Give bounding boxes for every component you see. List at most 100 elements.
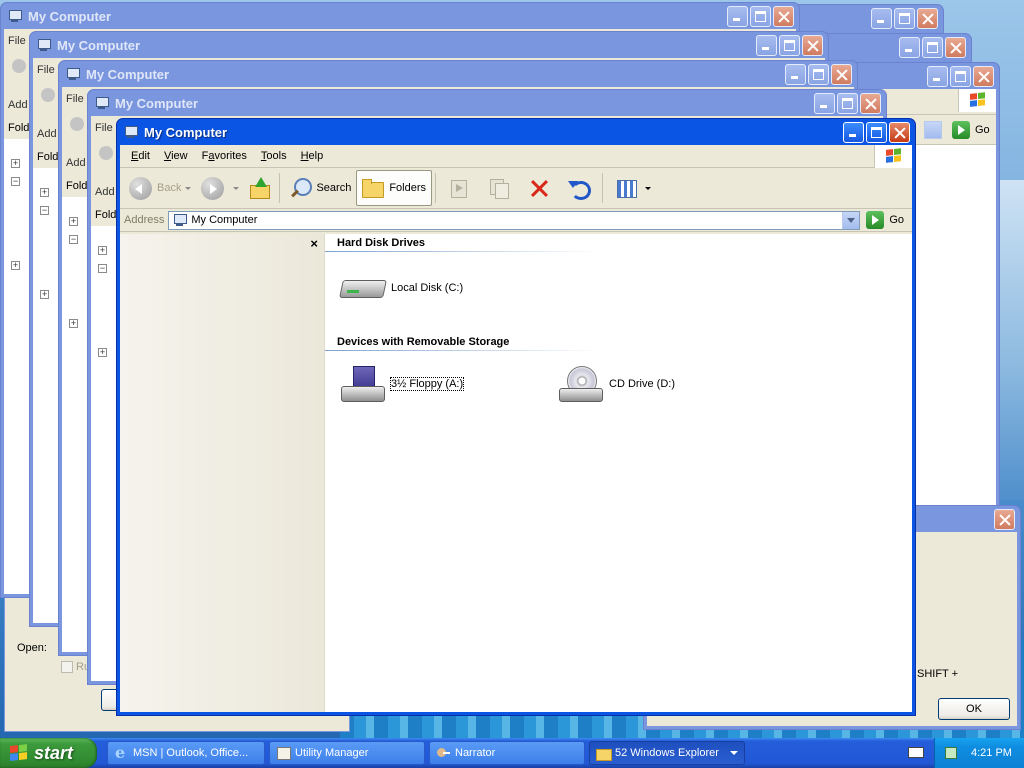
close-button[interactable] [994,508,1015,530]
taskbar-button-windows-explorer-group[interactable]: 52 Windows Explorer [589,741,745,765]
close-button[interactable] [945,36,966,58]
close-button[interactable] [802,34,823,56]
move-to-button[interactable] [439,170,479,206]
folders-button[interactable]: Folders [356,170,433,206]
close-button[interactable] [973,65,994,87]
back-button[interactable]: Back [124,170,196,206]
minimize-button[interactable] [899,36,920,58]
menu-file[interactable]: File [8,35,26,47]
system-tray: 4:21 PM [934,738,1024,768]
my-computer-window[interactable]: My Computer Edit View Favorites Tools He… [116,118,916,716]
expand-icon[interactable]: + [98,348,107,357]
drive-local-disk-c[interactable]: Local Disk (C:) [339,270,463,306]
maximize-button[interactable] [950,65,971,87]
group-divider [325,251,600,252]
maximize-button[interactable] [837,92,858,114]
collapse-icon[interactable]: − [98,264,107,273]
my-computer-icon [65,67,81,81]
maximize-button[interactable] [922,36,943,58]
minimize-button[interactable] [814,92,835,114]
minimize-button[interactable] [871,7,892,29]
collapse-icon[interactable]: − [69,235,78,244]
ok-button[interactable]: OK [938,698,1010,720]
expand-icon[interactable]: + [11,261,20,270]
menu-favorites[interactable]: Favorites [195,150,254,162]
address-input[interactable]: My Computer [168,210,861,230]
menu-help[interactable]: Help [294,150,331,162]
taskbar-button-narrator[interactable]: Narrator [429,741,585,765]
expand-icon[interactable]: + [11,159,20,168]
close-button[interactable] [889,121,910,143]
address-dropdown-icon[interactable] [842,211,860,229]
taskbar-button-utility-manager[interactable]: Utility Manager [269,741,425,765]
menu-file[interactable]: File [37,64,55,76]
open-label: Open: [17,642,47,654]
cd-drive-icon [557,366,605,402]
address-dropdown-icon[interactable] [924,121,942,139]
run-checkbox[interactable] [61,661,73,673]
close-button[interactable] [860,92,881,114]
maximize-button[interactable] [866,121,887,143]
expand-icon[interactable]: + [69,217,78,226]
close-button[interactable] [773,5,794,27]
collapse-icon[interactable]: − [40,206,49,215]
close-button[interactable] [917,7,938,29]
back-arrow-icon [129,176,152,200]
delete-button[interactable] [519,170,559,206]
my-computer-icon [123,125,139,139]
forward-button[interactable] [196,170,244,206]
expand-icon[interactable]: + [98,246,107,255]
copy-to-button[interactable] [479,170,519,206]
minimize-button[interactable] [756,34,777,56]
go-button[interactable]: Go [866,211,904,229]
keyboard-icon[interactable] [908,747,924,758]
minimize-button[interactable] [843,121,864,143]
drive-cd-d[interactable]: CD Drive (D:) [557,366,675,402]
taskbar: start MSN | Outlook, Office... Utility M… [0,738,1024,768]
menu-view[interactable]: View [157,150,195,162]
collapse-icon[interactable]: − [11,177,20,186]
start-button[interactable]: start [0,738,97,768]
close-button[interactable] [831,63,852,85]
undo-button[interactable] [559,170,599,206]
maximize-button[interactable] [894,7,915,29]
windows-logo-icon [958,89,996,112]
maximize-button[interactable] [750,5,771,27]
minimize-button[interactable] [727,5,748,27]
back-dropdown-icon[interactable] [185,186,192,190]
title-bar[interactable]: My Computer [120,119,912,145]
expand-icon[interactable]: + [40,290,49,299]
menu-file[interactable]: File [95,122,113,134]
up-button[interactable] [244,170,276,206]
back-icon[interactable] [99,146,113,160]
group-divider [325,350,600,351]
back-icon[interactable] [12,59,26,73]
floppy-drive-icon [339,366,387,402]
folders-icon [362,179,385,198]
minimize-button[interactable] [927,65,948,87]
back-icon[interactable] [70,117,84,131]
clock[interactable]: 4:21 PM [971,747,1012,759]
hard-disk-icon [339,270,387,306]
maximize-button[interactable] [779,34,800,56]
search-button[interactable]: Search [283,170,356,206]
maximize-button[interactable] [808,63,829,85]
window-title: My Computer [144,124,228,140]
drive-floppy-a[interactable]: 3½ Floppy (A:) [339,366,465,402]
file-list[interactable]: Hard Disk Drives Local Disk (C:) Devices… [325,234,912,712]
expand-icon[interactable]: + [40,188,49,197]
taskbar-button-msn[interactable]: MSN | Outlook, Office... [107,741,265,765]
minimize-button[interactable] [785,63,806,85]
accessibility-tray-icon[interactable] [943,745,959,761]
menu-edit[interactable]: Edit [124,150,157,162]
forward-dropdown-icon[interactable] [233,186,240,190]
back-icon[interactable] [41,88,55,102]
views-button[interactable] [606,170,656,206]
close-panel-icon[interactable]: × [310,236,318,251]
menu-tools[interactable]: Tools [254,150,294,162]
go-button[interactable]: Go [952,121,990,139]
expand-icon[interactable]: + [69,319,78,328]
menu-file[interactable]: File [66,93,84,105]
menu-edit-rest: dit [138,150,150,162]
windows-logo-icon [874,145,912,168]
